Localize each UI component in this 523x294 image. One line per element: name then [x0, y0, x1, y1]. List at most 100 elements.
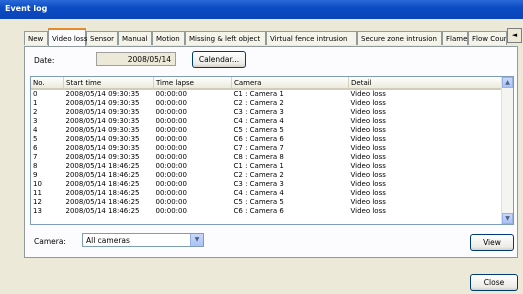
table-cell: 2008/05/14 09:30:35 — [65, 126, 140, 134]
table-row[interactable]: 1 2008/05/14 09:30:35 00:00:00 C2 : Camera … — [31, 99, 504, 108]
table-cell: 1 — [33, 99, 38, 107]
camera-select[interactable]: All cameras ▼ — [82, 233, 204, 247]
table-cell: C8 : Camera 8 — [233, 153, 284, 161]
table-cell: 00:00:00 — [155, 171, 187, 179]
table-cell: 9 — [33, 171, 38, 179]
table-cell: 00:00:00 — [155, 153, 187, 161]
column-header-detail[interactable]: Detail — [348, 77, 504, 90]
chevron-down-icon[interactable]: ▼ — [190, 234, 203, 246]
view-button[interactable]: View — [470, 234, 514, 251]
table-cell: 2008/05/14 09:30:35 — [65, 117, 140, 125]
column-header-start-time[interactable]: Start time — [63, 77, 154, 90]
table-cell: 00:00:00 — [155, 90, 187, 98]
table-cell: Video loss — [350, 189, 386, 197]
camera-select-value: All cameras — [86, 236, 130, 245]
table-cell: 2008/05/14 18:46:25 — [65, 162, 140, 170]
column-header-no[interactable]: No. — [31, 77, 64, 90]
tab-new[interactable]: New — [24, 31, 48, 45]
table-cell: C6 : Camera 6 — [233, 135, 284, 143]
table-cell: Video loss — [350, 180, 386, 188]
calendar-button[interactable]: Calendar... — [192, 51, 246, 68]
table-cell: Video loss — [350, 90, 386, 98]
table-cell: C3 : Camera 3 — [233, 108, 284, 116]
table-row[interactable]: 10 2008/05/14 18:46:25 00:00:00 C3 : Camera… — [31, 180, 504, 189]
tab-video-loss[interactable]: Video loss — [48, 28, 87, 46]
table-row[interactable]: 0 2008/05/14 09:30:35 00:00:00 C1 : Camera … — [31, 89, 504, 99]
vertical-scrollbar[interactable]: ▲ ▼ — [501, 77, 513, 224]
tab-missing-left-object[interactable]: Missing & left object — [185, 31, 266, 45]
event-list[interactable]: No. Start time Time lapse Camera Detail … — [30, 76, 514, 225]
table-cell: 12 — [33, 198, 42, 206]
table-cell: 11 — [33, 189, 42, 197]
table-cell: 2 — [33, 108, 38, 116]
table-cell: C1 : Camera 1 — [233, 162, 284, 170]
table-cell: 0 — [33, 90, 38, 98]
table-cell: C3 : Camera 3 — [233, 180, 284, 188]
table-cell: 2008/05/14 09:30:35 — [65, 144, 140, 152]
table-cell: 5 — [33, 135, 38, 143]
table-row[interactable]: 11 2008/05/14 18:46:25 00:00:00 C4 : Camera… — [31, 189, 504, 198]
table-row[interactable]: 13 2008/05/14 18:46:25 00:00:00 C6 : Camera… — [31, 207, 504, 216]
table-row[interactable]: 9 2008/05/14 18:46:25 00:00:00 C2 : Camera … — [31, 171, 504, 180]
table-cell: Video loss — [350, 207, 386, 215]
tab-virtual-fence-intrusion[interactable]: Virtual fence intrusion — [266, 31, 357, 45]
table-cell: Video loss — [350, 144, 386, 152]
table-cell: 00:00:00 — [155, 198, 187, 206]
table-cell: Video loss — [350, 99, 386, 107]
tab-motion[interactable]: Motion — [152, 31, 185, 45]
camera-label: Camera: — [34, 237, 66, 246]
table-cell: 2008/05/14 09:30:35 — [65, 99, 140, 107]
table-row[interactable]: 8 2008/05/14 18:46:25 00:00:00 C1 : Camera … — [31, 162, 504, 171]
tab-sensor[interactable]: Sensor — [86, 31, 118, 45]
table-cell: C4 : Camera 4 — [233, 189, 284, 197]
event-table: No. Start time Time lapse Camera Detail … — [31, 77, 504, 216]
column-header-time-lapse[interactable]: Time lapse — [153, 77, 232, 90]
tab-flame[interactable]: Flame — [442, 31, 468, 45]
scroll-up-icon[interactable]: ▲ — [502, 77, 513, 88]
table-cell: Video loss — [350, 198, 386, 206]
window-title: Event log — [5, 4, 48, 13]
table-cell: Video loss — [350, 108, 386, 116]
table-cell: Video loss — [350, 117, 386, 125]
table-cell: 10 — [33, 180, 42, 188]
table-cell: 00:00:00 — [155, 207, 187, 215]
table-cell: Video loss — [350, 126, 386, 134]
table-cell: C7 : Camera 7 — [233, 144, 284, 152]
table-cell: 7 — [33, 153, 38, 161]
table-cell: 3 — [33, 117, 38, 125]
table-row[interactable]: 4 2008/05/14 09:30:35 00:00:00 C5 : Camera … — [31, 126, 504, 135]
table-cell: 2008/05/14 18:46:25 — [65, 171, 140, 179]
table-cell: 00:00:00 — [155, 126, 187, 134]
tab-scroll-left-icon[interactable]: ◄ — [507, 28, 522, 43]
tab-secure-zone-intrusion[interactable]: Secure zone intrusion — [357, 31, 442, 45]
table-row[interactable]: 12 2008/05/14 18:46:25 00:00:00 C5 : Camera… — [31, 198, 504, 207]
table-cell: 2008/05/14 09:30:35 — [65, 108, 140, 116]
date-field[interactable]: 2008/05/14 — [96, 52, 176, 66]
tab-flow-counts[interactable]: Flow Counts — [468, 31, 507, 45]
close-button[interactable]: Close — [470, 274, 518, 291]
table-row[interactable]: 7 2008/05/14 09:30:35 00:00:00 C8 : Camera … — [31, 153, 504, 162]
table-cell: 2008/05/14 09:30:35 — [65, 90, 140, 98]
table-cell: 2008/05/14 18:46:25 — [65, 198, 140, 206]
table-cell: C1 : Camera 1 — [233, 90, 284, 98]
table-row[interactable]: 6 2008/05/14 09:30:35 00:00:00 C7 : Camera … — [31, 144, 504, 153]
table-row[interactable]: 3 2008/05/14 09:30:35 00:00:00 C4 : Camera … — [31, 117, 504, 126]
table-cell: 00:00:00 — [155, 108, 187, 116]
table-row[interactable]: 5 2008/05/14 09:30:35 00:00:00 C6 : Camera … — [31, 135, 504, 144]
table-cell: 00:00:00 — [155, 144, 187, 152]
scroll-down-icon[interactable]: ▼ — [502, 213, 513, 224]
date-label: Date: — [34, 56, 55, 65]
table-cell: C4 : Camera 4 — [233, 117, 284, 125]
table-cell: C6 : Camera 6 — [233, 207, 284, 215]
table-cell: 00:00:00 — [155, 135, 187, 143]
tab-manual[interactable]: Manual — [118, 31, 152, 45]
table-header: No. Start time Time lapse Camera Detail — [31, 77, 504, 90]
title-bar: Event log — [0, 0, 523, 19]
table-row[interactable]: 2 2008/05/14 09:30:35 00:00:00 C3 : Camera … — [31, 108, 504, 117]
table-cell: Video loss — [350, 153, 386, 161]
table-cell: 13 — [33, 207, 42, 215]
table-cell: 00:00:00 — [155, 117, 187, 125]
table-cell: 00:00:00 — [155, 180, 187, 188]
column-header-camera[interactable]: Camera — [231, 77, 349, 90]
table-cell: 2008/05/14 09:30:35 — [65, 135, 140, 143]
